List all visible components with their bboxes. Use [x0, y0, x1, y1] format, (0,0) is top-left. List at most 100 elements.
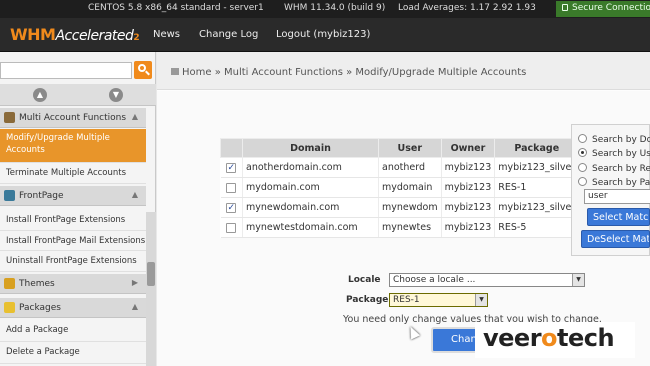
sidebar-category-packages[interactable]: Packages ▲	[0, 298, 146, 318]
locale-label: Locale	[348, 275, 381, 285]
cell-package: RES-1	[494, 177, 580, 198]
cell-package: mybiz123_silver	[494, 197, 580, 218]
cell-domain: mynewtestdomain.com	[242, 217, 379, 238]
breadcrumb[interactable]: Home » Multi Account Functions » Modify/…	[171, 67, 526, 78]
row-checkbox[interactable]: ✓	[226, 202, 237, 213]
sidebar-category-themes[interactable]: Themes ▶	[0, 274, 146, 294]
accounts-table: Domain User Owner Package ✓ anotherdomai…	[220, 138, 580, 238]
chevron-up-icon: ▲	[131, 302, 138, 311]
sidebar-item-install-frontpage-mail[interactable]: Install FrontPage Mail Extensions	[0, 231, 146, 251]
locale-value: Choose a locale ...	[393, 275, 476, 285]
deselect-matching-button[interactable]: DeSelect Mate	[581, 230, 650, 248]
radio-button[interactable]	[578, 163, 587, 172]
cell-user: mynewdom	[378, 197, 442, 218]
sidebar-scroll-controls: ▲ ▼	[0, 84, 156, 106]
column-header-package: Package	[494, 138, 580, 158]
column-header-domain: Domain	[242, 138, 379, 158]
logo-version: 2	[133, 33, 140, 43]
logo-accelerated-text: Accelerated	[55, 28, 134, 44]
cell-owner: mybiz123	[441, 217, 496, 238]
table-row: mynewtestdomain.com mynewtes mybiz123 RE…	[220, 217, 580, 238]
select-column-header	[220, 138, 243, 158]
table-row: ✓ anotherdomain.com anotherd mybiz123 my…	[220, 157, 580, 178]
whm-logo[interactable]: WHMAccelerated2	[10, 25, 140, 44]
lock-icon	[562, 4, 568, 11]
secure-connection-badge: Secure Connectio	[556, 1, 650, 17]
users-icon	[4, 112, 15, 123]
chevron-right-icon: ▶	[131, 278, 138, 287]
sidebar-scrollbar[interactable]	[146, 212, 156, 366]
themes-icon	[4, 278, 15, 289]
search-query-input[interactable]: user	[584, 189, 650, 204]
cell-package: RES-5	[494, 217, 580, 238]
radio-button[interactable]	[578, 177, 587, 186]
veerotech-watermark: veerotech	[475, 322, 635, 358]
cell-owner: mybiz123	[441, 157, 496, 178]
category-label: Packages	[19, 303, 61, 313]
breadcrumb-bar: Home » Multi Account Functions » Modify/…	[157, 52, 650, 90]
table-row: ✓ mynewdomain.com mynewdom mybiz123 mybi…	[220, 197, 580, 218]
nav-change-log[interactable]: Change Log	[199, 29, 258, 40]
sidebar-search-button[interactable]	[134, 61, 152, 79]
radio-label: Search by Pa	[592, 178, 650, 188]
sidebar-category-multi-account[interactable]: Multi Account Functions ▲	[0, 108, 146, 128]
category-label: Multi Account Functions	[19, 113, 127, 123]
sidebar-item-delete-package[interactable]: Delete a Package	[0, 342, 146, 364]
nav-news[interactable]: News	[153, 29, 180, 40]
cell-user: anotherd	[378, 157, 442, 178]
cell-domain: mynewdomain.com	[242, 197, 379, 218]
category-label: Themes	[19, 279, 55, 289]
radio-label: Search by Re	[592, 164, 650, 174]
sidebar-category-frontpage[interactable]: FrontPage ▲	[0, 186, 146, 206]
scrollbar-thumb[interactable]	[147, 262, 155, 286]
locale-select[interactable]: Choose a locale ... ▼	[389, 273, 585, 287]
radio-button[interactable]	[578, 134, 587, 143]
sidebar-item-install-frontpage[interactable]: Install FrontPage Extensions	[0, 209, 146, 231]
cell-package: mybiz123_silver	[494, 157, 580, 178]
secure-label: Secure Connectio	[572, 3, 650, 13]
radio-search-reseller[interactable]: Search by Re	[578, 162, 650, 174]
table-row: mydomain.com mydomain mybiz123 RES-1	[220, 177, 580, 198]
package-label: Package	[346, 295, 389, 305]
chevron-up-icon: ▲	[131, 190, 138, 199]
watermark-o: o	[541, 324, 558, 352]
package-value: RES-1	[393, 295, 420, 305]
radio-search-domain[interactable]: Search by Do	[578, 133, 650, 145]
category-label: FrontPage	[19, 191, 64, 201]
select-matching-button[interactable]: Select Match	[587, 208, 650, 226]
radio-button[interactable]	[578, 148, 587, 157]
watermark-suffix: tech	[557, 324, 615, 352]
sidebar-search-input[interactable]	[0, 62, 132, 79]
cell-user: mydomain	[378, 177, 442, 198]
scroll-up-icon[interactable]: ▲	[33, 88, 47, 102]
sidebar-item-add-package[interactable]: Add a Package	[0, 320, 146, 342]
cell-domain: anotherdomain.com	[242, 157, 379, 178]
packages-icon	[4, 302, 15, 313]
whm-version: WHM 11.34.0 (build 9)	[284, 3, 386, 13]
breadcrumb-text: Home » Multi Account Functions » Modify/…	[182, 67, 527, 78]
table-header-row: Domain User Owner Package	[220, 138, 580, 158]
row-checkbox[interactable]	[226, 222, 237, 233]
package-select[interactable]: RES-1 ▼	[389, 293, 488, 307]
scroll-down-icon[interactable]: ▼	[109, 88, 123, 102]
chevron-up-icon: ▲	[131, 112, 138, 121]
sidebar-item-terminate[interactable]: Terminate Multiple Accounts	[0, 163, 146, 184]
os-info: CENTOS 5.8 x86_64 standard - server1	[88, 3, 264, 13]
chevron-down-icon: ▼	[572, 274, 584, 286]
cell-domain: mydomain.com	[242, 177, 379, 198]
radio-search-package[interactable]: Search by Pa	[578, 176, 650, 188]
row-checkbox[interactable]	[226, 182, 237, 193]
radio-label: Search by Do	[592, 135, 650, 145]
load-averages: Load Averages: 1.17 2.92 1.93	[398, 3, 536, 13]
app-header: WHMAccelerated2 News Change Log Logout (…	[0, 18, 650, 52]
cell-user: mynewtes	[378, 217, 442, 238]
column-header-user: User	[378, 138, 442, 158]
radio-search-user[interactable]: Search by Us	[578, 147, 650, 159]
nav-logout[interactable]: Logout (mybiz123)	[276, 29, 370, 40]
row-checkbox[interactable]: ✓	[226, 162, 237, 173]
sidebar-item-modify-upgrade[interactable]: Modify/Upgrade Multiple Accounts	[0, 129, 146, 163]
cell-owner: mybiz123	[441, 197, 496, 218]
watermark-prefix: veer	[483, 324, 542, 352]
sidebar-item-uninstall-frontpage[interactable]: Uninstall FrontPage Extensions	[0, 251, 146, 272]
cell-owner: mybiz123	[441, 177, 496, 198]
